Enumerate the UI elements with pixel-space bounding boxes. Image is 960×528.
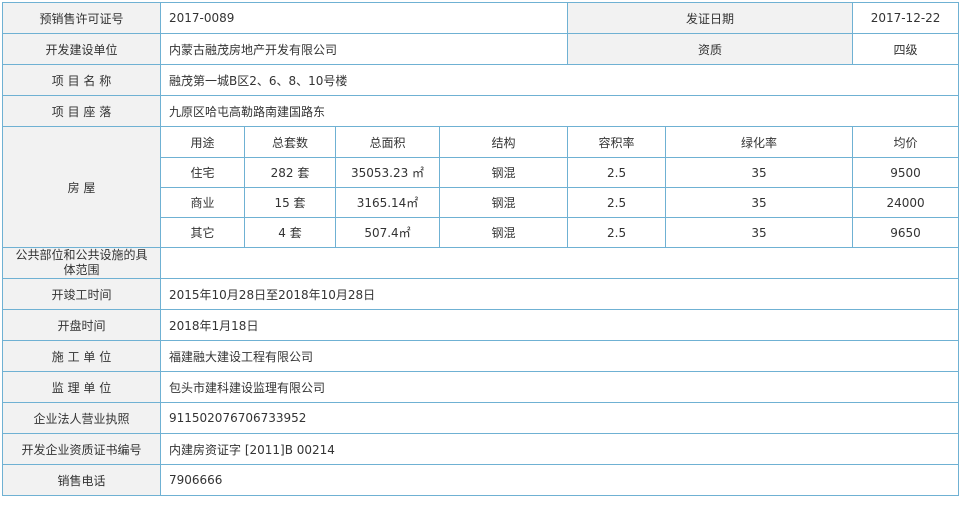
- row-supervisor: 监 理 单 位 包头市建科建设监理有限公司: [2, 371, 960, 403]
- housing-cell: 钢混: [438, 157, 569, 188]
- business-license-value: 911502076706733952: [159, 402, 960, 434]
- housing-header-cell: 均价: [852, 126, 960, 158]
- housing-cell: 24000: [852, 187, 960, 218]
- housing-cell: 钢混: [438, 187, 569, 218]
- opening-date-value: 2018年1月18日: [159, 309, 960, 341]
- sales-phone-label: 销售电话: [2, 464, 161, 496]
- housing-cell: 其它: [160, 217, 245, 248]
- housing-cell: 35053.23 ㎡: [335, 157, 440, 188]
- housing-cell: 507.4㎡: [335, 217, 440, 248]
- construction-period-label: 开竣工时间: [2, 278, 161, 310]
- row-presale-permit: 预销售许可证号 2017-0089 发证日期 2017-12-22: [2, 2, 960, 34]
- supervisor-value: 包头市建科建设监理有限公司: [159, 371, 960, 403]
- housing-header-cell: 绿化率: [665, 126, 854, 158]
- housing-cell: 3165.14㎡: [335, 187, 440, 218]
- housing-header-cell: 结构: [438, 126, 569, 158]
- contractor-label: 施 工 单 位: [2, 340, 161, 372]
- presale-permit-label: 预销售许可证号: [2, 2, 161, 34]
- public-facilities-value: [159, 247, 960, 279]
- row-project-name: 项 目 名 称 融茂第一城B区2、6、8、10号楼: [2, 64, 960, 96]
- project-name-value: 融茂第一城B区2、6、8、10号楼: [159, 64, 960, 96]
- housing-label: 房 屋: [2, 126, 161, 248]
- housing-cell: 15 套: [244, 187, 336, 218]
- qualification-cert-value: 内建房资证字 [2011]B 00214: [159, 433, 960, 465]
- presale-permit-value: 2017-0089: [159, 2, 569, 34]
- qualification-label: 资质: [567, 33, 854, 65]
- developer-value: 内蒙古融茂房地产开发有限公司: [159, 33, 569, 65]
- qualification-value: 四级: [852, 33, 960, 65]
- developer-label: 开发建设单位: [2, 33, 161, 65]
- housing-cell: 9650: [852, 217, 960, 248]
- housing-header-cell: 用途: [160, 126, 245, 158]
- row-contractor: 施 工 单 位 福建融大建设工程有限公司: [2, 340, 960, 372]
- contractor-value: 福建融大建设工程有限公司: [159, 340, 960, 372]
- housing-cell: 住宅: [160, 157, 245, 188]
- project-location-label: 项 目 座 落: [2, 95, 161, 127]
- housing-header-cell: 总套数: [244, 126, 336, 158]
- housing-cell: 4 套: [244, 217, 336, 248]
- housing-cell: 钢混: [438, 217, 569, 248]
- row-sales-phone: 销售电话 7906666: [2, 464, 960, 496]
- presale-info-table: 预销售许可证号 2017-0089 发证日期 2017-12-22 开发建设单位…: [2, 2, 960, 496]
- housing-cell: 2.5: [567, 157, 667, 188]
- row-business-license: 企业法人营业执照 911502076706733952: [2, 402, 960, 434]
- housing-cell: 2.5: [567, 187, 667, 218]
- housing-header-cell: 总面积: [335, 126, 440, 158]
- sales-phone-value: 7906666: [159, 464, 960, 496]
- business-license-label: 企业法人营业执照: [2, 402, 161, 434]
- issue-date-label: 发证日期: [567, 2, 854, 34]
- construction-period-value: 2015年10月28日至2018年10月28日: [159, 278, 960, 310]
- opening-date-label: 开盘时间: [2, 309, 161, 341]
- public-facilities-label: 公共部位和公共设施的具体范围: [2, 247, 161, 279]
- housing-cell: 2.5: [567, 217, 667, 248]
- housing-cell: 282 套: [244, 157, 336, 188]
- supervisor-label: 监 理 单 位: [2, 371, 161, 403]
- issue-date-value: 2017-12-22: [852, 2, 960, 34]
- housing-cell: 35: [665, 187, 854, 218]
- housing-header-cell: 容积率: [567, 126, 667, 158]
- housing-cell: 9500: [852, 157, 960, 188]
- row-public-facilities: 公共部位和公共设施的具体范围: [2, 247, 960, 279]
- row-project-location: 项 目 座 落 九原区哈屯高勒路南建国路东: [2, 95, 960, 127]
- project-location-value: 九原区哈屯高勒路南建国路东: [159, 95, 960, 127]
- housing-cell: 35: [665, 157, 854, 188]
- housing-cell: 商业: [160, 187, 245, 218]
- row-developer: 开发建设单位 内蒙古融茂房地产开发有限公司 资质 四级: [2, 33, 960, 65]
- housing-cell: 35: [665, 217, 854, 248]
- row-qualification-cert: 开发企业资质证书编号 内建房资证字 [2011]B 00214: [2, 433, 960, 465]
- qualification-cert-label: 开发企业资质证书编号: [2, 433, 161, 465]
- project-name-label: 项 目 名 称: [2, 64, 161, 96]
- housing-header-row: 房 屋 用途 总套数 总面积 结构 容积率 绿化率 均价: [2, 126, 960, 248]
- row-opening-date: 开盘时间 2018年1月18日: [2, 309, 960, 341]
- row-construction-period: 开竣工时间 2015年10月28日至2018年10月28日: [2, 278, 960, 310]
